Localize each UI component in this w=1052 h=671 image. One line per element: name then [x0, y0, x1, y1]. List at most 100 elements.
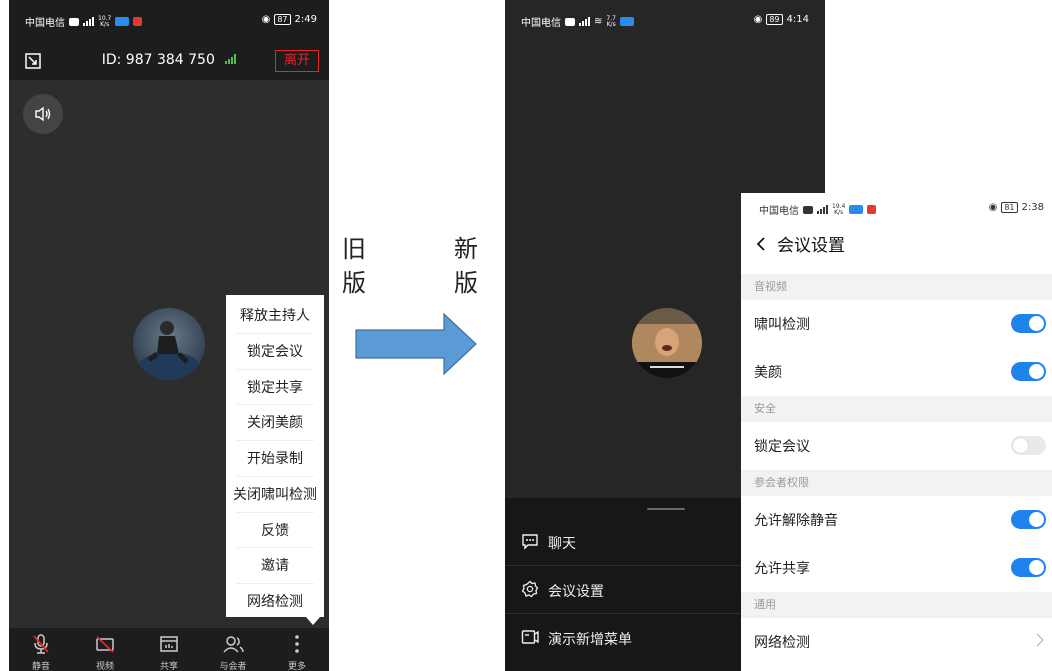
menu-item-start-recording[interactable]: 开始录制 [226, 448, 324, 468]
carrier-label: 中国电信 [759, 206, 799, 217]
divider [236, 333, 314, 334]
menu-item-beauty-off[interactable]: 关闭美颜 [226, 412, 324, 432]
meeting-header: ID: 987 384 750 离开 [9, 42, 329, 80]
new-label-char-2: 版 [454, 269, 478, 297]
lock-meeting-toggle[interactable] [1011, 436, 1046, 455]
net-speed: 19.4 K/s [832, 202, 846, 216]
hd-icon [69, 17, 79, 26]
status-bar: 中国电信 19.4 K/s ◉ 81 2:38 [741, 193, 1052, 223]
menu-item-release-host[interactable]: 释放主持人 [226, 305, 324, 325]
share-button[interactable]: 共享 [137, 628, 201, 671]
divider [236, 440, 314, 441]
setting-label: 允许共享 [754, 561, 810, 577]
menu-item-feedback[interactable]: 反馈 [226, 520, 324, 540]
new-version-label: 新 版 [452, 232, 480, 300]
old-version-screen: 中国电信 10.7 K/s ◉ 87 2:49 ID: 987 384 750 离… [9, 0, 329, 671]
menu-pointer [306, 617, 320, 625]
net-speed: 10.7 K/s [98, 14, 112, 28]
toggle-knob [1029, 364, 1044, 379]
section-header-security: 安全 [741, 396, 1052, 422]
divider [236, 512, 314, 513]
setting-lock-meeting: 锁定会议 [741, 422, 1052, 470]
back-icon[interactable] [755, 236, 767, 252]
screen-share-icon [521, 630, 539, 644]
page-header: 会议设置 [755, 231, 845, 256]
sheet-item-label: 会议设置 [548, 584, 604, 600]
menu-item-network-check[interactable]: 网络检测 [226, 591, 324, 611]
speaker-button[interactable] [23, 94, 63, 134]
toolbar-label: 与会者 [219, 662, 247, 671]
hd-icon [803, 205, 813, 214]
battery-icon: 81 [1001, 202, 1018, 213]
more-button[interactable]: 更多 [265, 628, 329, 671]
recorder-app-icon [867, 205, 877, 214]
menu-item-lock-meeting[interactable]: 锁定会议 [226, 341, 324, 361]
speaker-icon [35, 106, 51, 122]
sheet-item-label: 演示新增菜单 [548, 632, 632, 648]
leave-button[interactable]: 离开 [275, 50, 319, 72]
setting-label: 网络检测 [754, 635, 810, 651]
eye-icon: ◉ [261, 14, 271, 25]
setting-label: 允许解除静音 [754, 513, 838, 529]
toolbar-label: 静音 [31, 662, 50, 671]
setting-label: 啸叫检测 [754, 317, 810, 333]
message-app-icon [849, 205, 864, 214]
gear-icon [521, 580, 539, 598]
section-header-general: 通用 [741, 592, 1052, 618]
signal-icon [817, 205, 828, 214]
setting-label: 美颜 [754, 365, 782, 381]
hd-icon [565, 17, 575, 26]
setting-label: 锁定会议 [754, 439, 810, 455]
menu-item-howl-detection-off[interactable]: 关闭啸叫检测 [226, 484, 324, 504]
divider [236, 583, 314, 584]
message-app-icon [619, 17, 634, 26]
status-time: 2:38 [1021, 202, 1044, 213]
mute-button[interactable]: 静音 [9, 628, 73, 671]
signal-icon [579, 17, 590, 26]
message-app-icon [115, 17, 130, 26]
status-time: 4:14 [786, 14, 809, 25]
menu-item-invite[interactable]: 邀请 [226, 555, 324, 575]
arrow-right-icon [355, 312, 477, 376]
divider [236, 476, 314, 477]
allow-unmute-toggle[interactable] [1011, 510, 1046, 529]
mic-muted-icon [33, 634, 49, 654]
participant-avatar [133, 308, 205, 380]
recorder-app-icon [133, 17, 143, 26]
menu-item-lock-share[interactable]: 锁定共享 [226, 377, 324, 397]
chat-icon [522, 534, 538, 550]
sheet-handle[interactable] [647, 508, 685, 510]
eye-icon: ◉ [753, 14, 763, 25]
battery-icon: 89 [766, 14, 783, 25]
video-off-icon [96, 636, 114, 653]
old-label-char-2: 版 [342, 269, 366, 297]
toggle-knob [1013, 438, 1028, 453]
status-bar: 中国电信 ≋ 7.7 K/s ◉ 89 4:14 [505, 0, 825, 42]
setting-network-check[interactable]: 网络检测 [741, 618, 1052, 666]
page-title: 会议设置 [777, 236, 845, 256]
old-version-label: 旧 版 [340, 232, 368, 300]
howl-detection-toggle[interactable] [1011, 314, 1046, 333]
more-menu: 释放主持人 锁定会议 锁定共享 关闭美颜 开始录制 关闭啸叫检测 反馈 邀请 网… [226, 295, 324, 625]
participants-icon [223, 636, 244, 653]
status-bar: 中国电信 10.7 K/s ◉ 87 2:49 [9, 0, 329, 42]
beauty-toggle[interactable] [1011, 362, 1046, 381]
divider [236, 369, 314, 370]
eye-icon: ◉ [988, 202, 998, 213]
net-speed: 7.7 K/s [606, 14, 616, 28]
section-header-audio-video: 音视频 [741, 274, 1052, 300]
participant-avatar [632, 308, 702, 378]
sheet-item-label: 聊天 [548, 536, 576, 552]
allow-share-toggle[interactable] [1011, 558, 1046, 577]
status-time: 2:49 [294, 14, 317, 25]
toggle-knob [1029, 560, 1044, 575]
share-icon [160, 636, 178, 652]
toolbar-label: 更多 [287, 662, 306, 671]
setting-howl-detection: 啸叫检测 [741, 300, 1052, 348]
participants-button[interactable]: 与会者 [201, 628, 265, 671]
meeting-settings-screen: 中国电信 19.4 K/s ◉ 81 2:38 会议设置 音视频 啸叫检测 美颜 … [741, 193, 1052, 671]
divider [236, 404, 314, 405]
setting-allow-unmute: 允许解除静音 [741, 496, 1052, 544]
video-button[interactable]: 视频 [73, 628, 137, 671]
battery-icon: 87 [274, 14, 291, 25]
